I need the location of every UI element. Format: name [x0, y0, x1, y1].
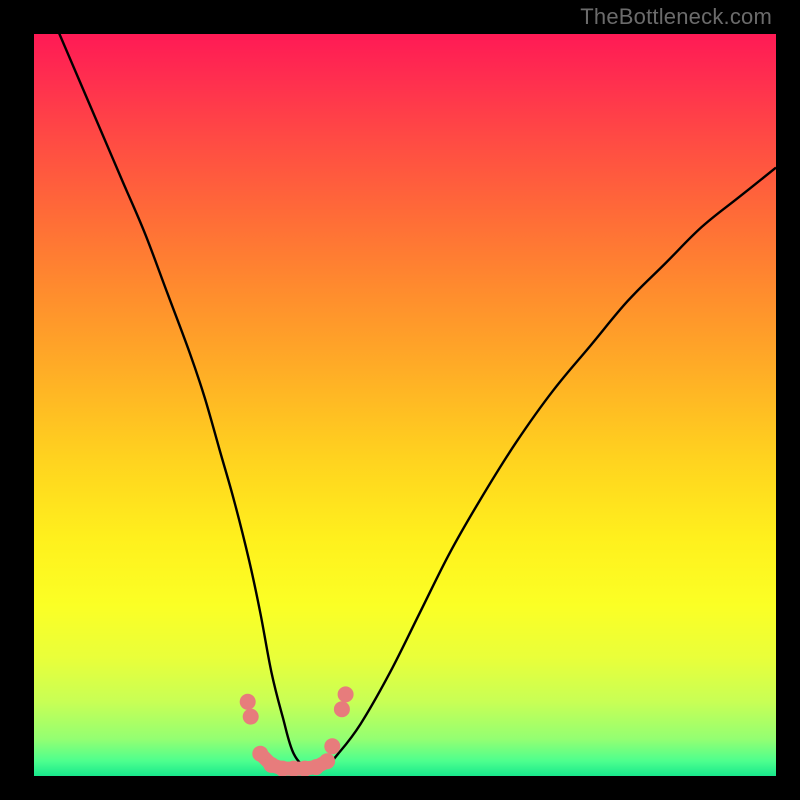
watermark-text: TheBottleneck.com	[580, 4, 772, 30]
marker-group	[240, 686, 354, 776]
marker-dot	[319, 753, 335, 769]
frame-left	[0, 0, 34, 800]
marker-dot	[324, 738, 340, 754]
chart-svg	[34, 34, 776, 776]
frame-bottom	[0, 776, 800, 800]
marker-dot	[243, 709, 259, 725]
plot-area	[34, 34, 776, 776]
bottleneck-curve	[34, 0, 776, 771]
marker-dot	[240, 694, 256, 710]
marker-dot	[338, 686, 354, 702]
marker-dot	[334, 701, 350, 717]
frame-right	[776, 0, 800, 800]
